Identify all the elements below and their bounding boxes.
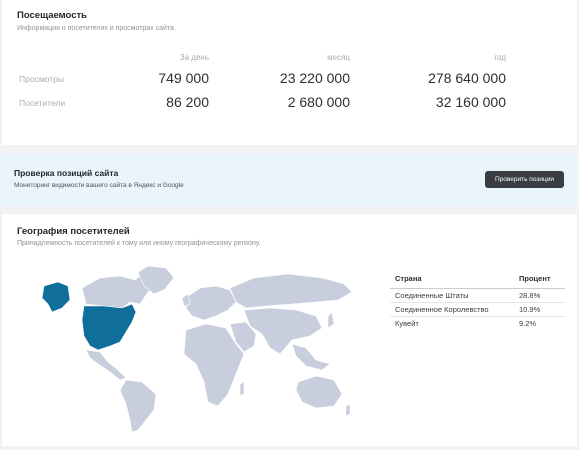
map-region-asia [243, 307, 323, 355]
map-region-southeast-asia [291, 343, 331, 371]
table-row: Кувейт 9.2% [390, 317, 565, 330]
table-row: Соединенные Штаты 28.8% [390, 289, 565, 303]
views-year-value: 278 640 000 [428, 70, 506, 86]
traffic-card: Посещаемость Информация о посетителях и … [2, 0, 577, 145]
map-region-japan [327, 311, 335, 329]
map-region-usa [81, 303, 137, 351]
geography-subtitle: Принадлежность посетителей к тому или ин… [17, 240, 261, 247]
world-map[interactable] [40, 264, 355, 434]
country-name: Соединенное Королевство [395, 305, 489, 314]
country-table: Страна Процент Соединенные Штаты 28.8% С… [390, 270, 565, 330]
geography-card: География посетителей Принадлежность пос… [2, 214, 577, 446]
geography-title: География посетителей [17, 226, 130, 237]
column-header-day: За день [179, 53, 209, 62]
map-region-alaska [41, 281, 71, 313]
map-region-madagascar [239, 381, 245, 397]
country-percent: 28.8% [519, 291, 541, 300]
row-label-visitors: Посетители [19, 98, 66, 108]
map-region-central-america [85, 349, 127, 381]
country-name: Соединенные Штаты [395, 291, 469, 300]
views-day-value: 749 000 [158, 70, 209, 86]
country-percent: 10.9% [519, 305, 541, 314]
traffic-subtitle: Информация о посетителях и просмотрах са… [17, 25, 174, 32]
column-header-year: год [494, 53, 506, 62]
position-check-subtitle: Мониторинг видимости вашего сайта в Янде… [14, 182, 184, 189]
map-region-russia [229, 273, 353, 309]
column-header-month: месяц [327, 53, 350, 62]
map-region-europe [185, 285, 237, 321]
row-label-views: Просмотры [19, 74, 64, 84]
views-month-value: 23 220 000 [279, 70, 350, 86]
map-region-australia [295, 375, 343, 409]
position-check-banner: Проверка позиций сайта Мониторинг видимо… [0, 154, 579, 206]
country-name: Кувейт [395, 319, 419, 328]
country-table-header: Страна Процент [390, 270, 565, 289]
visitors-day-value: 86 200 [166, 94, 209, 110]
check-positions-button[interactable]: Проверить позиции [485, 171, 564, 188]
table-row: Соединенное Королевство 10.9% [390, 303, 565, 317]
traffic-title: Посещаемость [17, 10, 88, 21]
country-percent: 9.2% [519, 319, 537, 328]
visitors-year-value: 32 160 000 [435, 94, 506, 110]
visitors-month-value: 2 680 000 [287, 94, 350, 110]
map-region-south-america [119, 379, 157, 433]
percent-column-header: Процент [519, 274, 551, 283]
position-check-title: Проверка позиций сайта [14, 168, 119, 178]
country-column-header: Страна [395, 274, 422, 283]
map-region-new-zealand [345, 403, 351, 417]
